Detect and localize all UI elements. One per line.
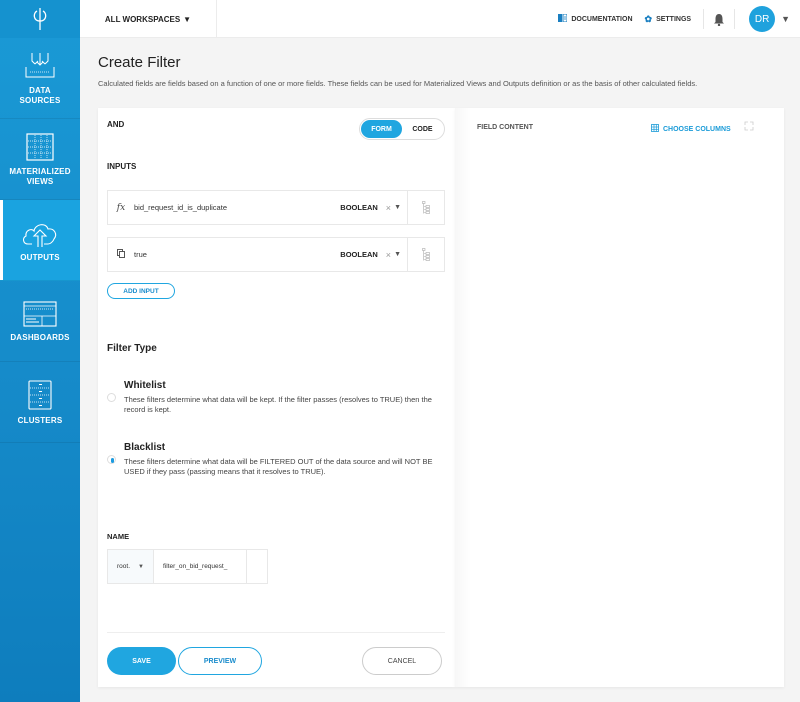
bell-icon [714,13,725,26]
name-field-group: root. ▼ [107,549,268,584]
notifications-button[interactable] [704,13,734,26]
page-description: Calculated fields are fields based on a … [98,79,698,88]
namespace-select[interactable]: root. ▼ [107,549,154,584]
dashboard-icon [23,300,57,327]
mode-toggle: FORM CODE [359,118,445,140]
workspace-selector[interactable]: ALL WORKSPACES ▼ [80,0,217,38]
sidebar-item-label: OUTPUTS [20,252,60,262]
caret-down-icon: ▼ [138,563,144,570]
materialized-views-icon [26,132,54,161]
add-input-button[interactable]: ADD INPUT [107,283,175,299]
settings-link[interactable]: ✿ SETTINGS [645,14,692,25]
blacklist-radio[interactable] [107,455,116,464]
cancel-button[interactable]: CANCEL [362,647,442,675]
workspace-label: ALL WORKSPACES [104,14,181,24]
page-title: Create Filter [98,54,181,71]
name-input[interactable] [154,549,247,584]
inputs-label: INPUTS [107,162,137,171]
sidebar: DATASOURCES MATERIALIZEDVIEWS OUTPUTS [0,0,80,702]
copy-icon [108,248,134,261]
filter-type-blacklist[interactable]: Blacklist These filters determine what d… [107,442,447,477]
data-sources-icon [25,52,55,77]
operator-label: AND [107,120,125,129]
caret-down-icon[interactable]: ▼ [394,204,401,211]
user-menu-caret-icon[interactable]: ▼ [781,14,790,24]
sidebar-item-outputs[interactable]: OUTPUTS [0,200,80,281]
tree-structure-button[interactable] [407,191,444,224]
expand-icon[interactable] [744,121,754,133]
documentation-link[interactable]: DOCUMENTATION [558,13,633,24]
clear-icon[interactable]: × [386,203,391,213]
whitelist-description: These filters determine what data will b… [124,395,432,414]
input-value[interactable]: true [134,250,340,259]
filter-type-heading: Filter Type [107,343,157,354]
sidebar-item-dashboards[interactable]: DASHBOARDS [0,281,80,362]
divider [734,9,736,29]
function-icon: fx [116,202,126,213]
blacklist-title: Blacklist [124,442,166,453]
preview-button[interactable]: PREVIEW [178,647,262,675]
name-suffix-field[interactable] [247,549,268,584]
field-content-panel: FIELD CONTENT CHOOSE COLUMNS [455,108,784,687]
gear-icon: ✿ [644,13,653,24]
sidebar-item-label: DATA SOURCES [19,85,61,105]
tree-structure-icon [422,247,430,261]
phi-logo-icon [33,8,47,30]
caret-down-icon[interactable]: ▼ [394,251,401,258]
tree-structure-button[interactable] [407,238,444,271]
save-button[interactable]: SAVE [107,647,176,675]
sidebar-item-materialized-views[interactable]: MATERIALIZED VIEWS [0,119,80,200]
input-value[interactable]: bid_request_id_is_duplicate [134,203,340,212]
top-header: ALL WORKSPACES ▼ DOCUMENTATION ✿ SETTING… [80,0,800,38]
filter-type-whitelist[interactable]: Whitelist These filters determine what d… [107,380,447,415]
logo[interactable] [0,0,80,38]
divider [107,632,445,633]
sidebar-item-data-sources[interactable]: DATA SOURCES [0,38,80,119]
form-mode-button[interactable]: FORM [361,120,402,138]
cloud-upload-icon [23,223,57,247]
avatar[interactable]: DR [749,6,776,32]
sidebar-item-clusters[interactable]: CLUSTERS [0,362,80,443]
sidebar-item-label: CLUSTERS [17,415,63,425]
whitelist-radio[interactable] [107,393,116,402]
server-icon [28,379,52,410]
sidebar-item-label: MATERIALIZED VIEWS [9,166,71,186]
caret-down-icon: ▼ [183,14,192,24]
tree-structure-icon [422,200,430,214]
table-columns-icon [651,124,659,134]
sidebar-item-label: DASHBOARDS [10,332,70,342]
code-mode-button[interactable]: CODE [402,120,443,138]
input-row[interactable]: fx bid_request_id_is_duplicate BOOLEAN ×… [107,190,445,225]
field-content-label: FIELD CONTENT [477,124,533,131]
input-row[interactable]: true BOOLEAN × ▼ [107,237,445,272]
blacklist-description: These filters determine what data will b… [124,457,433,476]
clear-icon[interactable]: × [386,250,391,260]
filter-form-panel: AND FORM CODE INPUTS fx bid_request_id_i… [98,108,455,687]
input-type[interactable]: BOOLEAN [340,250,378,259]
name-label: NAME [107,532,130,541]
book-icon [558,13,568,24]
choose-columns-button[interactable]: CHOOSE COLUMNS [651,124,731,134]
whitelist-title: Whitelist [124,380,166,391]
input-type[interactable]: BOOLEAN [340,203,378,212]
